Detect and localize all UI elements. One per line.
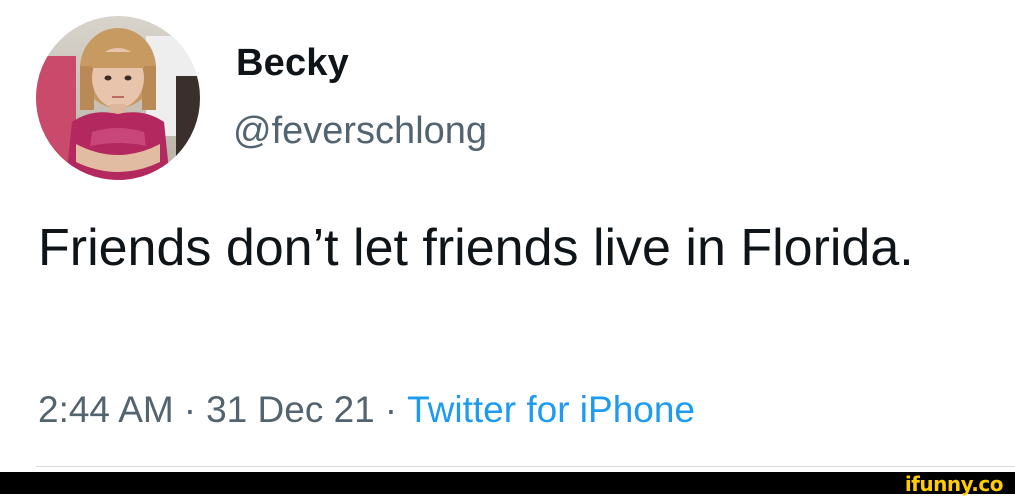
author-avatar[interactable]	[36, 16, 200, 180]
meta-separator: ·	[384, 389, 398, 430]
tweet-source-link[interactable]: Twitter for iPhone	[407, 386, 695, 434]
tweet-card: Becky @feverschlong Friends don’t let fr…	[0, 0, 1015, 472]
divider	[36, 466, 1015, 467]
tweet-meta: 2:44 AM · 31 Dec 21 · Twitter for iPhone	[38, 386, 695, 434]
meta-separator: ·	[183, 389, 197, 430]
author-handle[interactable]: @feverschlong	[233, 112, 487, 150]
tweet-text: Friends don’t let friends live in Florid…	[38, 219, 914, 277]
ifunny-watermark-logo: ifunny.co	[904, 472, 1004, 496]
tweet-date[interactable]: 31 Dec 21	[206, 386, 375, 434]
tweet-time[interactable]: 2:44 AM	[38, 386, 174, 434]
avatar-image	[36, 16, 200, 180]
author-display-name[interactable]: Becky	[236, 44, 349, 82]
footer-bar	[0, 472, 1015, 494]
